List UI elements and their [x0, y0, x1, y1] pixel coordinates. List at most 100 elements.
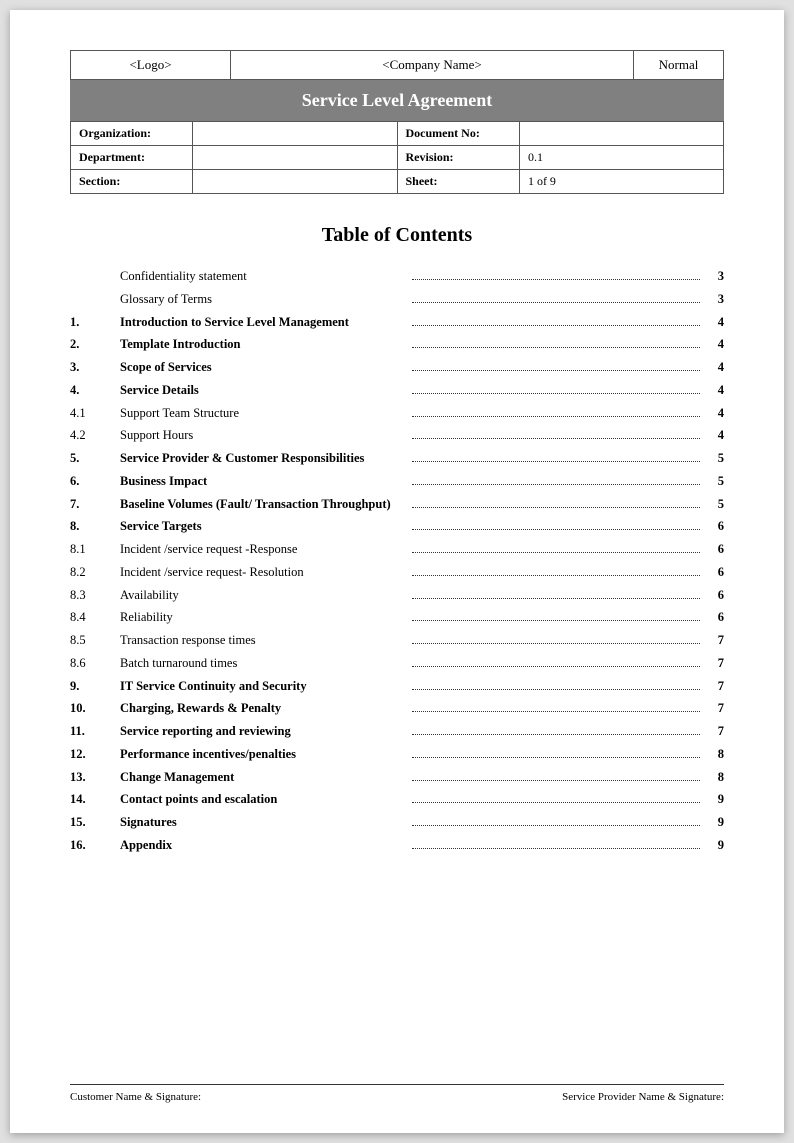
docno-value — [519, 122, 723, 146]
company-name-cell: <Company Name> — [231, 51, 634, 80]
toc-entry-label: Change Management — [120, 768, 408, 787]
toc-entry: 11.Service reporting and reviewing7 — [70, 722, 724, 741]
normal-cell: Normal — [634, 51, 724, 80]
toc-entry-label: Incident /service request- Resolution — [120, 563, 408, 582]
toc-entry-page: 7 — [704, 654, 724, 673]
toc-entry-page: 4 — [704, 426, 724, 445]
logo-cell: <Logo> — [71, 51, 231, 80]
toc-entry-dots — [412, 643, 700, 644]
title-text: Service Level Agreement — [302, 90, 493, 110]
toc-entry: 2.Template Introduction4 — [70, 335, 724, 354]
toc-entry-page: 9 — [704, 836, 724, 855]
toc-entry-dots — [412, 711, 700, 712]
toc-entry-page: 6 — [704, 540, 724, 559]
toc-entry-page: 8 — [704, 745, 724, 764]
toc-entry-number: 13. — [70, 768, 120, 787]
toc-entry-dots — [412, 734, 700, 735]
docno-label: Document No: — [397, 122, 519, 146]
toc-entry-page: 6 — [704, 608, 724, 627]
toc-entry-label: Reliability — [120, 608, 408, 627]
toc-entry-label: Batch turnaround times — [120, 654, 408, 673]
toc-entry: 9.IT Service Continuity and Security7 — [70, 677, 724, 696]
info-row-3: Section: Sheet: 1 of 9 — [71, 170, 724, 194]
toc-entry-number: 4.1 — [70, 404, 120, 423]
toc-entry-dots — [412, 689, 700, 690]
toc-entry-page: 6 — [704, 563, 724, 582]
toc-entry-label: Template Introduction — [120, 335, 408, 354]
toc-entry: 4.Service Details 4 — [70, 381, 724, 400]
toc-entry-dots — [412, 393, 700, 394]
toc-entry: 8.4Reliability6 — [70, 608, 724, 627]
toc-entry-page: 5 — [704, 472, 724, 491]
toc-entry-label: Signatures — [120, 813, 408, 832]
toc-entry-dots — [412, 484, 700, 485]
toc-entry-dots — [412, 438, 700, 439]
toc-entry-label: Contact points and escalation — [120, 790, 408, 809]
toc-entry-page: 4 — [704, 313, 724, 332]
toc-entry-number: 7. — [70, 495, 120, 514]
toc-entry-dots — [412, 552, 700, 553]
toc-entry-page: 3 — [704, 290, 724, 309]
toc-entry-page: 5 — [704, 495, 724, 514]
toc-entry-dots — [412, 302, 700, 303]
toc-entry-dots — [412, 325, 700, 326]
toc-entry-label: Scope of Services — [120, 358, 408, 377]
toc-entry: 15.Signatures 9 — [70, 813, 724, 832]
toc-entry-page: 7 — [704, 631, 724, 650]
toc-entry-label: Business Impact — [120, 472, 408, 491]
footer: Customer Name & Signature: Service Provi… — [70, 1084, 724, 1103]
toc-entry-number: 6. — [70, 472, 120, 491]
toc-entry-number: 12. — [70, 745, 120, 764]
toc-entry-dots — [412, 802, 700, 803]
toc-entry: 8.5Transaction response times7 — [70, 631, 724, 650]
toc-entry-label: Availability — [120, 586, 408, 605]
customer-signature-label: Customer Name & Signature: — [70, 1091, 201, 1103]
toc-entry-page: 4 — [704, 404, 724, 423]
toc-entry-dots — [412, 507, 700, 508]
toc-entry-label: Transaction response times — [120, 631, 408, 650]
toc-entry-number: 8.3 — [70, 586, 120, 605]
toc-entry-dots — [412, 279, 700, 280]
toc-entry-label: Service Details — [120, 381, 408, 400]
toc-entry-number: 16. — [70, 836, 120, 855]
company-name-text: <Company Name> — [382, 57, 482, 72]
provider-signature-label: Service Provider Name & Signature: — [562, 1091, 724, 1103]
toc-entry-page: 7 — [704, 699, 724, 718]
toc-entry-dots — [412, 461, 700, 462]
toc-entry-label: Glossary of Terms — [120, 290, 408, 309]
toc-entry-dots — [412, 757, 700, 758]
toc-entry-number: 14. — [70, 790, 120, 809]
dept-label: Department: — [71, 146, 193, 170]
toc-entry: 8.6Batch turnaround times 7 — [70, 654, 724, 673]
toc-entry-dots — [412, 825, 700, 826]
normal-text: Normal — [659, 57, 699, 72]
toc-entry-page: 4 — [704, 358, 724, 377]
toc-entry-dots — [412, 575, 700, 576]
toc-entry-label: Support Hours — [120, 426, 408, 445]
toc-entry: 1.Introduction to Service Level Manageme… — [70, 313, 724, 332]
section-label: Section: — [71, 170, 193, 194]
revision-label: Revision: — [397, 146, 519, 170]
toc-entry-number: 8.6 — [70, 654, 120, 673]
toc-entry-dots — [412, 598, 700, 599]
toc-entry: 14.Contact points and escalation9 — [70, 790, 724, 809]
title-banner: Service Level Agreement — [70, 80, 724, 121]
toc-entry-dots — [412, 347, 700, 348]
toc-entry-label: Confidentiality statement — [120, 267, 408, 286]
sheet-label: Sheet: — [397, 170, 519, 194]
toc-entry-label: Appendix — [120, 836, 408, 855]
toc-entry-page: 9 — [704, 813, 724, 832]
toc-entry-number: 15. — [70, 813, 120, 832]
toc-entry: 3.Scope of Services4 — [70, 358, 724, 377]
toc-entry-dots — [412, 416, 700, 417]
info-row-1: Organization: Document No: — [71, 122, 724, 146]
org-label: Organization: — [71, 122, 193, 146]
toc-entry-label: Service reporting and reviewing — [120, 722, 408, 741]
toc-entry-number: 2. — [70, 335, 120, 354]
toc-entry-number: 4. — [70, 381, 120, 400]
toc-entry: 8.Service Targets6 — [70, 517, 724, 536]
toc-entry-page: 4 — [704, 381, 724, 400]
toc-entry: 6.Business Impact 5 — [70, 472, 724, 491]
toc-entry: 4.1Support Team Structure4 — [70, 404, 724, 423]
toc-entry-page: 6 — [704, 517, 724, 536]
